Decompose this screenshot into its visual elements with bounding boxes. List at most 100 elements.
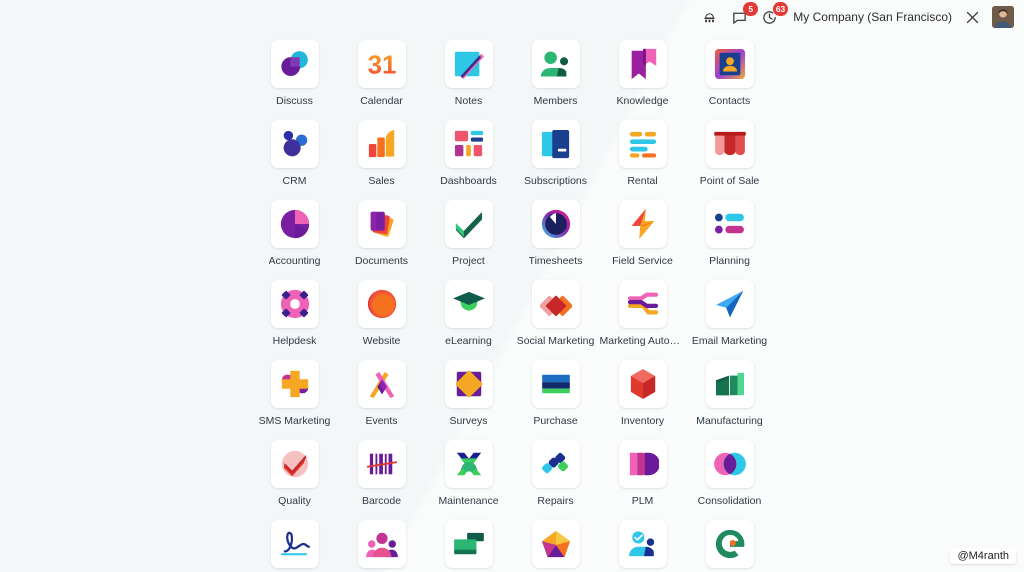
plm-icon <box>618 440 667 488</box>
members-icon <box>531 40 580 88</box>
inventory-icon <box>618 360 667 408</box>
knowledge-icon <box>618 40 667 88</box>
sms-marketing-icon <box>270 360 319 408</box>
discuss-icon <box>270 40 319 88</box>
app-accounting[interactable]: Accounting <box>252 200 338 280</box>
contacts-icon <box>705 40 754 88</box>
app-label: Timesheets <box>528 255 583 267</box>
phone-icon[interactable] <box>699 7 719 27</box>
app-sign[interactable] <box>252 520 338 572</box>
app-label: Marketing Autom... <box>599 335 686 347</box>
app-field-service[interactable]: Field Service <box>600 200 686 280</box>
avatar[interactable] <box>992 6 1014 28</box>
app-email-marketing[interactable]: Email Marketing <box>687 280 773 360</box>
manufacturing-icon <box>705 360 754 408</box>
app-label: Inventory <box>620 415 665 427</box>
app-label: Barcode <box>361 495 402 507</box>
app-maintenance[interactable]: Maintenance <box>426 440 512 520</box>
app-label: Subscriptions <box>523 175 588 187</box>
activities-badge: 63 <box>772 2 789 16</box>
quality-icon <box>270 440 319 488</box>
app-lunch[interactable] <box>687 520 773 572</box>
app-project[interactable]: Project <box>426 200 512 280</box>
app-label: Field Service <box>612 255 673 267</box>
app-inventory[interactable]: Inventory <box>600 360 686 440</box>
app-subscriptions[interactable]: Subscriptions <box>513 120 599 200</box>
tools-icon[interactable] <box>962 7 982 27</box>
app-quality[interactable]: Quality <box>252 440 338 520</box>
app-website[interactable]: Website <box>339 280 425 360</box>
app-label: Dashboards <box>440 175 497 187</box>
app-label: Notes <box>454 95 483 107</box>
app-repairs[interactable]: Repairs <box>513 440 599 520</box>
app-consolidation[interactable]: Consolidation <box>687 440 773 520</box>
app-label: Documents <box>354 255 409 267</box>
top-navbar: 5 63 My Company (San Francisco) <box>0 0 1024 34</box>
app-label: Project <box>452 255 485 267</box>
app-barcode[interactable]: Barcode <box>339 440 425 520</box>
messages-icon[interactable]: 5 <box>729 2 759 27</box>
app-label: Planning <box>709 255 750 267</box>
calendar-icon: 31 <box>357 40 406 88</box>
app-label: Consolidation <box>697 495 762 507</box>
timesheets-icon <box>531 200 580 248</box>
app-marketing-automation[interactable]: Marketing Autom... <box>600 280 686 360</box>
app-manufacturing[interactable]: Manufacturing <box>687 360 773 440</box>
app-helpdesk[interactable]: Helpdesk <box>252 280 338 360</box>
app-point-of-sale[interactable]: Point of Sale <box>687 120 773 200</box>
app-surveys[interactable]: Surveys <box>426 360 512 440</box>
app-label: Members <box>533 95 578 107</box>
app-elearning[interactable]: eLearning <box>426 280 512 360</box>
app-calendar[interactable]: 31 Calendar <box>339 40 425 120</box>
app-recruitment[interactable] <box>339 520 425 572</box>
point-of-sale-icon <box>705 120 754 168</box>
app-label: Manufacturing <box>696 415 763 427</box>
app-approvals[interactable] <box>600 520 686 572</box>
activities-icon[interactable]: 63 <box>759 2 789 27</box>
app-label: Maintenance <box>438 495 499 507</box>
app-label: Knowledge <box>616 95 669 107</box>
app-label: Email Marketing <box>691 335 768 347</box>
app-rental[interactable]: Rental <box>600 120 686 200</box>
rental-icon <box>618 120 667 168</box>
elearning-icon <box>444 280 493 328</box>
company-switcher[interactable]: My Company (San Francisco) <box>793 10 952 24</box>
app-members[interactable]: Members <box>513 40 599 120</box>
marketing-automation-icon <box>618 280 667 328</box>
app-knowledge[interactable]: Knowledge <box>600 40 686 120</box>
app-social-marketing[interactable]: Social Marketing <box>513 280 599 360</box>
app-label: Calendar <box>360 95 403 107</box>
app-notes[interactable]: Notes <box>426 40 512 120</box>
app-timesheets[interactable]: Timesheets <box>513 200 599 280</box>
app-label: SMS Marketing <box>258 415 331 427</box>
app-discuss[interactable]: Discuss <box>252 40 338 120</box>
app-events[interactable]: Events <box>339 360 425 440</box>
messages-badge: 5 <box>743 2 759 16</box>
app-label: Discuss <box>276 95 313 107</box>
app-expenses[interactable] <box>426 520 512 572</box>
app-plm[interactable]: PLM <box>600 440 686 520</box>
app-sales[interactable]: Sales <box>339 120 425 200</box>
app-contacts[interactable]: Contacts <box>687 40 773 120</box>
app-purchase[interactable]: Purchase <box>513 360 599 440</box>
app-label: Contacts <box>708 95 751 107</box>
app-label: Surveys <box>449 415 488 427</box>
app-planning[interactable]: Planning <box>687 200 773 280</box>
app-appraisals[interactable] <box>513 520 599 572</box>
lunch-icon <box>705 520 754 568</box>
maintenance-icon <box>444 440 493 488</box>
notes-icon <box>444 40 493 88</box>
app-label: PLM <box>631 495 654 507</box>
app-label: Social Marketing <box>516 335 595 347</box>
app-sms-marketing[interactable]: SMS Marketing <box>252 360 338 440</box>
app-documents[interactable]: Documents <box>339 200 425 280</box>
app-label: Point of Sale <box>699 175 760 187</box>
documents-icon <box>357 200 406 248</box>
app-dashboards[interactable]: Dashboards <box>426 120 512 200</box>
svg-text:31: 31 <box>367 52 396 80</box>
app-label: Quality <box>278 495 311 507</box>
expenses-icon <box>444 520 493 568</box>
app-crm[interactable]: CRM <box>252 120 338 200</box>
app-label: Events <box>365 415 398 427</box>
approvals-icon <box>618 520 667 568</box>
